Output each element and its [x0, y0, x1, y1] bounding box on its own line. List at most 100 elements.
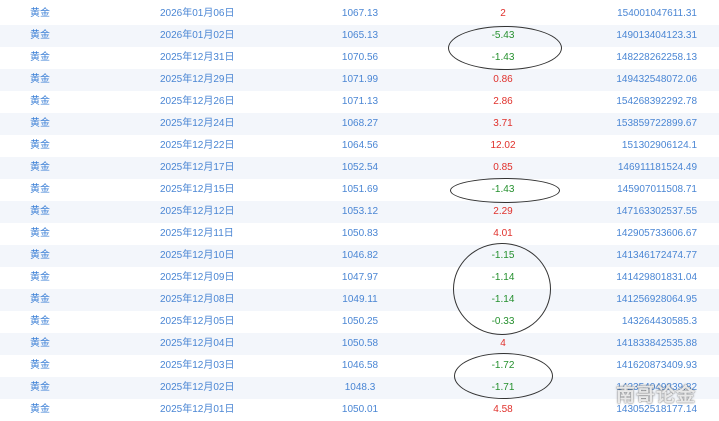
commodity-name-link[interactable]: 黄金	[30, 267, 50, 289]
date-cell: 2025年12月03日	[160, 360, 235, 371]
change-cell: -1.15	[491, 250, 515, 261]
change-cell: -1.14	[491, 294, 515, 305]
table-row[interactable]: 黄金 2025年12月11日 1050.83 4.01 142905733606.67	[0, 223, 719, 245]
commodity-name-link[interactable]: 黄金	[30, 289, 50, 311]
commodity-name-link[interactable]: 黄金	[30, 179, 50, 201]
volume-cell: 141256928064.95	[616, 294, 697, 305]
commodity-name-link[interactable]: 黄金	[30, 377, 50, 399]
price-cell: 1051.69	[341, 184, 379, 195]
table-row[interactable]: 黄金 2025年12月15日 1051.69 -1.43 145907011508.71	[0, 179, 719, 201]
table-row[interactable]: 黄金 2025年12月08日 1049.11 -1.14 141256928064.95	[0, 289, 719, 311]
commodity-name-link[interactable]: 黄金	[30, 201, 50, 223]
change-cell: -1.43	[491, 52, 515, 63]
date-cell: 2025年12月15日	[160, 184, 235, 195]
table-row[interactable]: 黄金 2025年12月04日 1050.58 4 141833842535.88	[0, 333, 719, 355]
change-cell: -0.33	[491, 316, 515, 327]
commodity-name-link[interactable]: 黄金	[30, 113, 50, 135]
volume-cell: 149013404123.31	[616, 30, 697, 41]
commodity-name-link[interactable]: 黄金	[30, 399, 50, 421]
price-cell: 1064.56	[341, 140, 379, 151]
volume-cell: 153859722899.67	[616, 118, 697, 129]
date-cell: 2025年12月08日	[160, 294, 235, 305]
price-cell: 1053.12	[341, 206, 379, 217]
volume-cell: 146911181524.49	[617, 162, 697, 173]
table-row[interactable]: 黄金 2025年12月01日 1050.01 4.58 143052518177.14	[0, 399, 719, 421]
price-cell: 1050.25	[341, 316, 379, 327]
date-cell: 2025年12月10日	[160, 250, 235, 261]
price-cell: 1065.13	[341, 30, 379, 41]
price-cell: 1047.97	[341, 272, 379, 283]
change-cell: 2.86	[493, 96, 513, 107]
price-cell: 1071.13	[341, 96, 379, 107]
volume-cell: 151302906124.1	[621, 140, 697, 151]
date-cell: 2025年12月29日	[160, 74, 235, 85]
volume-cell: 141429801831.04	[616, 272, 697, 283]
change-cell: -1.43	[491, 184, 515, 195]
commodity-name-link[interactable]: 黄金	[30, 91, 50, 113]
price-cell: 1070.56	[341, 52, 379, 63]
commodity-name-link[interactable]: 黄金	[30, 135, 50, 157]
change-cell: 2.29	[493, 206, 513, 217]
volume-cell: 141620873409.93	[616, 360, 697, 371]
change-cell: 4	[500, 338, 506, 349]
change-cell: -1.14	[491, 272, 515, 283]
table-row[interactable]: 黄金 2025年12月26日 1071.13 2.86 154268392292.78	[0, 91, 719, 113]
volume-cell: 154268392292.78	[616, 96, 697, 107]
date-cell: 2025年12月01日	[160, 404, 235, 415]
price-cell: 1050.83	[341, 228, 379, 239]
commodity-name-link[interactable]: 黄金	[30, 25, 50, 47]
volume-cell: 147163302537.55	[616, 206, 697, 217]
price-cell: 1048.3	[344, 382, 376, 393]
date-cell: 2025年12月09日	[160, 272, 235, 283]
table-row[interactable]: 黄金 2025年12月29日 1071.99 0.86 149432548072.06	[0, 69, 719, 91]
commodity-name-link[interactable]: 黄金	[30, 69, 50, 91]
table-row[interactable]: 黄金 2025年12月02日 1048.3 -1.71 142354049839.82	[0, 377, 719, 399]
price-cell: 1068.27	[341, 118, 379, 129]
volume-cell: 149432548072.06	[616, 74, 697, 85]
date-cell: 2025年12月22日	[160, 140, 235, 151]
change-cell: 3.71	[493, 118, 513, 129]
change-cell: 0.85	[493, 162, 513, 173]
gold-price-table: 黄金 2026年01月06日 1067.13 2 154001047611.31 黄金 20…	[0, 0, 719, 421]
table-row[interactable]: 黄金 2026年01月06日 1067.13 2 154001047611.31	[0, 3, 719, 25]
commodity-name-link[interactable]: 黄金	[30, 47, 50, 69]
commodity-name-link[interactable]: 黄金	[30, 157, 50, 179]
commodity-name-link[interactable]: 黄金	[30, 311, 50, 333]
commodity-name-link[interactable]: 黄金	[30, 223, 50, 245]
watermark-text: 南哥论金	[616, 385, 697, 406]
commodity-name-link[interactable]: 黄金	[30, 333, 50, 355]
change-cell: 0.86	[493, 74, 513, 85]
table-row[interactable]: 黄金 2025年12月22日 1064.56 12.02 151302906124.1	[0, 135, 719, 157]
table-row[interactable]: 黄金 2025年12月12日 1053.12 2.29 147163302537.55	[0, 201, 719, 223]
table-row[interactable]: 黄金 2025年12月17日 1052.54 0.85 146911181524.49	[0, 157, 719, 179]
date-cell: 2025年12月17日	[160, 162, 235, 173]
price-cell: 1050.58	[341, 338, 379, 349]
table-row[interactable]: 黄金 2025年12月03日 1046.58 -1.72 141620873409.93	[0, 355, 719, 377]
volume-cell: 148228262258.13	[616, 52, 697, 63]
date-cell: 2025年12月11日	[160, 228, 234, 239]
price-cell: 1071.99	[341, 74, 379, 85]
table-row[interactable]: 黄金 2025年12月05日 1050.25 -0.33 143264430585.3	[0, 311, 719, 333]
commodity-name-link[interactable]: 黄金	[30, 355, 50, 377]
table-row[interactable]: 黄金 2025年12月31日 1070.56 -1.43 148228262258.13	[0, 47, 719, 69]
date-cell: 2025年12月12日	[160, 206, 235, 217]
date-cell: 2025年12月24日	[160, 118, 235, 129]
commodity-name-link[interactable]: 黄金	[30, 245, 50, 267]
change-cell: 12.02	[490, 140, 516, 151]
volume-cell: 141346172474.77	[616, 250, 697, 261]
table-row[interactable]: 黄金 2026年01月02日 1065.13 -5.43 149013404123.31	[0, 25, 719, 47]
date-cell: 2025年12月31日	[160, 52, 235, 63]
price-cell: 1067.13	[341, 8, 379, 19]
table-row[interactable]: 黄金 2025年12月10日 1046.82 -1.15 141346172474.77	[0, 245, 719, 267]
volume-cell: 154001047611.31	[617, 8, 697, 19]
table-row[interactable]: 黄金 2025年12月09日 1047.97 -1.14 141429801831.04	[0, 267, 719, 289]
volume-cell: 142905733606.67	[616, 228, 697, 239]
change-cell: 2	[500, 8, 506, 19]
change-cell: 4.58	[493, 404, 513, 415]
table-row[interactable]: 黄金 2025年12月24日 1068.27 3.71 153859722899.67	[0, 113, 719, 135]
change-cell: -5.43	[491, 30, 515, 41]
commodity-name-link[interactable]: 黄金	[30, 3, 50, 25]
volume-cell: 141833842535.88	[616, 338, 697, 349]
price-cell: 1049.11	[342, 294, 378, 305]
date-cell: 2026年01月06日	[160, 8, 235, 19]
